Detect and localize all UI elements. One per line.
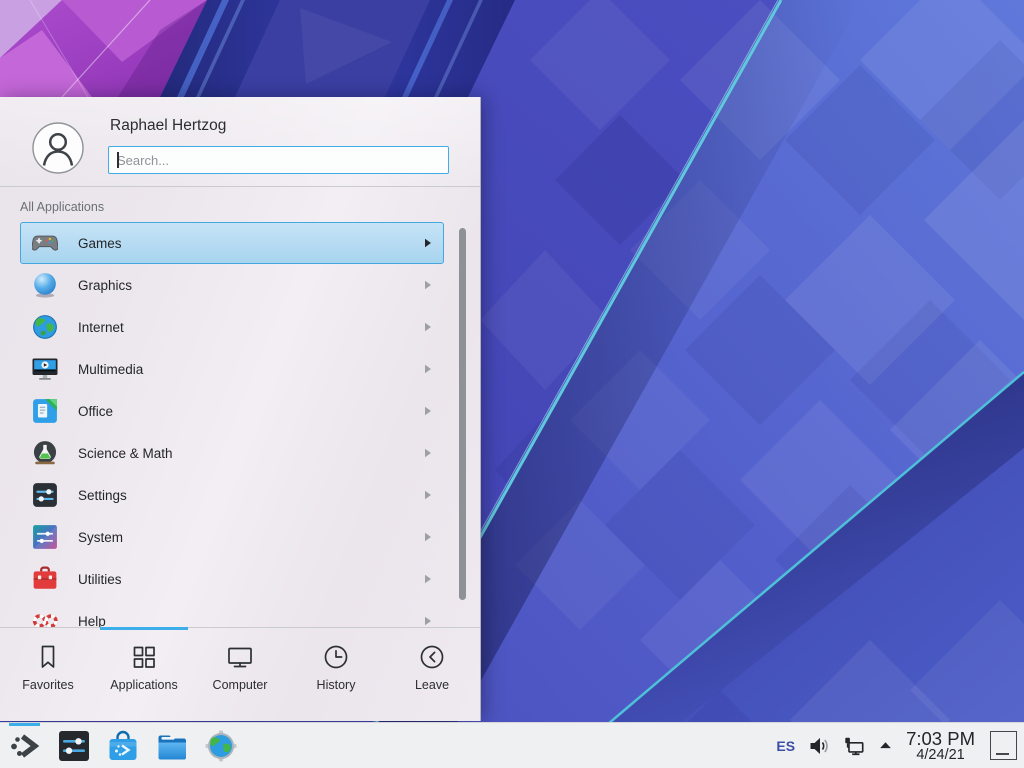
chevron-up-icon bbox=[878, 738, 893, 753]
keyboard-layout-indicator[interactable]: ES bbox=[776, 738, 795, 754]
file-manager-icon bbox=[155, 729, 189, 763]
network-icon bbox=[843, 735, 865, 757]
system-settings-button[interactable] bbox=[56, 727, 92, 765]
category-label: Help bbox=[78, 614, 106, 628]
submenu-arrow-icon bbox=[424, 616, 432, 626]
settings-sliders-icon bbox=[32, 482, 58, 508]
category-label: Settings bbox=[78, 488, 127, 503]
category-label: Multimedia bbox=[78, 362, 143, 377]
submenu-arrow-icon bbox=[424, 448, 432, 458]
discover-icon bbox=[106, 729, 140, 763]
globe-icon bbox=[32, 314, 58, 340]
leave-icon bbox=[417, 642, 447, 672]
tab-leave[interactable]: Leave bbox=[384, 628, 480, 722]
category-label: Office bbox=[78, 404, 113, 419]
tab-favorites[interactable]: Favorites bbox=[0, 628, 96, 722]
utilities-toolbox-icon bbox=[32, 566, 58, 592]
network-tray-button[interactable] bbox=[843, 735, 865, 757]
science-flask-icon bbox=[32, 440, 58, 466]
submenu-arrow-icon bbox=[424, 574, 432, 584]
office-document-icon bbox=[32, 398, 58, 424]
system-sliders-icon bbox=[32, 524, 58, 550]
clock-time: 7:03 PM bbox=[906, 729, 975, 748]
category-games[interactable]: Games bbox=[20, 222, 444, 264]
submenu-arrow-icon bbox=[424, 406, 432, 416]
tab-history[interactable]: History bbox=[288, 628, 384, 722]
category-settings[interactable]: Settings bbox=[20, 474, 444, 516]
category-multimedia[interactable]: Multimedia bbox=[20, 348, 444, 390]
category-label: Science & Math bbox=[78, 446, 173, 461]
tab-label: Computer bbox=[213, 678, 268, 692]
taskbar-left bbox=[0, 727, 239, 765]
search-input[interactable] bbox=[108, 146, 449, 174]
category-label: System bbox=[78, 530, 123, 545]
active-task-indicator bbox=[9, 723, 40, 726]
launcher-header: Raphael Hertzog bbox=[0, 97, 480, 187]
tab-label: Favorites bbox=[22, 678, 73, 692]
expand-tray-tray-button[interactable] bbox=[878, 738, 893, 753]
volume-icon bbox=[808, 735, 830, 757]
web-browser-icon bbox=[204, 729, 238, 763]
volume-tray-button[interactable] bbox=[808, 735, 830, 757]
clock-icon bbox=[321, 642, 351, 672]
application-launcher-button[interactable] bbox=[7, 727, 43, 765]
user-avatar[interactable] bbox=[32, 122, 84, 174]
category-system[interactable]: System bbox=[20, 516, 444, 558]
system-tray: ES 7:03 PM 4/24/21 bbox=[776, 729, 1024, 764]
web-browser-button[interactable] bbox=[203, 727, 239, 765]
category-utilities[interactable]: Utilities bbox=[20, 558, 444, 600]
submenu-arrow-icon bbox=[424, 280, 432, 290]
text-caret bbox=[117, 152, 119, 168]
category-help[interactable]: Help bbox=[20, 600, 444, 627]
category-graphics[interactable]: Graphics bbox=[20, 264, 444, 306]
category-list: Games Graphics Internet Multimedia Office Sci… bbox=[0, 222, 480, 627]
multimedia-monitor-icon bbox=[32, 356, 58, 382]
tab-label: Applications bbox=[110, 678, 177, 692]
monitor-icon bbox=[225, 642, 255, 672]
grid-icon bbox=[129, 642, 159, 672]
submenu-arrow-icon bbox=[424, 322, 432, 332]
category-science-math[interactable]: Science & Math bbox=[20, 432, 444, 474]
submenu-arrow-icon bbox=[424, 238, 432, 248]
submenu-arrow-icon bbox=[424, 490, 432, 500]
desktop: Raphael Hertzog All Applications Games Gr… bbox=[0, 0, 1024, 768]
application-launcher-popup: Raphael Hertzog All Applications Games Gr… bbox=[0, 97, 481, 721]
launcher-tabbar: Favorites Applications Computer History Leav… bbox=[0, 627, 480, 722]
scrollbar-thumb[interactable] bbox=[459, 228, 466, 600]
tab-applications[interactable]: Applications bbox=[96, 628, 192, 722]
system-settings-icon bbox=[57, 729, 91, 763]
bookmark-icon bbox=[33, 642, 63, 672]
user-name: Raphael Hertzog bbox=[110, 117, 226, 135]
tab-label: Leave bbox=[415, 678, 449, 692]
taskbar-panel: ES 7:03 PM 4/24/21 bbox=[0, 722, 1024, 768]
help-lifebuoy-icon bbox=[32, 608, 58, 627]
category-label: Games bbox=[78, 236, 122, 251]
submenu-arrow-icon bbox=[424, 532, 432, 542]
category-internet[interactable]: Internet bbox=[20, 306, 444, 348]
category-label: Utilities bbox=[78, 572, 122, 587]
active-tab-indicator bbox=[100, 627, 188, 630]
submenu-arrow-icon bbox=[424, 364, 432, 374]
tab-computer[interactable]: Computer bbox=[192, 628, 288, 722]
category-label: Graphics bbox=[78, 278, 132, 293]
file-manager-button[interactable] bbox=[154, 727, 190, 765]
kde-launcher-icon bbox=[8, 729, 42, 763]
show-desktop-button[interactable] bbox=[990, 731, 1017, 760]
gamepad-icon bbox=[32, 230, 58, 256]
section-label: All Applications bbox=[20, 200, 104, 214]
category-label: Internet bbox=[78, 320, 124, 335]
category-office[interactable]: Office bbox=[20, 390, 444, 432]
discover-software-center-button[interactable] bbox=[105, 727, 141, 765]
tab-label: History bbox=[317, 678, 356, 692]
show-desktop-glyph bbox=[996, 753, 1009, 755]
digital-clock[interactable]: 7:03 PM 4/24/21 bbox=[906, 729, 975, 764]
clock-date: 4/24/21 bbox=[916, 748, 964, 763]
graphics-sphere-icon bbox=[32, 272, 58, 298]
